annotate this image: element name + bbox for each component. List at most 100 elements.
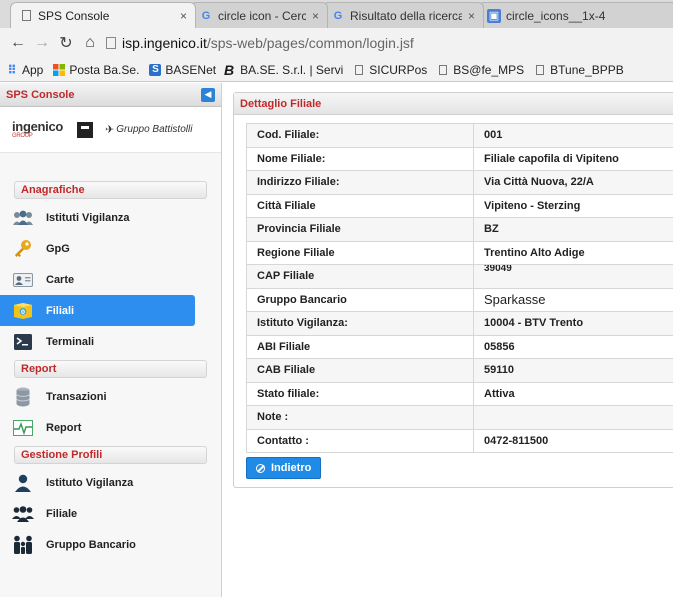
back-arrow-icon[interactable]: ← <box>8 33 28 53</box>
row-label: Provincia Filiale <box>246 217 474 242</box>
apps-grid-icon: ⠿ <box>7 62 17 77</box>
row-value: 0472-811500 <box>473 428 673 453</box>
row-value: Filiale capofila di Vipiteno <box>473 146 673 171</box>
page-icon <box>106 37 116 49</box>
section-gestione-profili[interactable]: Gestione Profili <box>14 446 207 464</box>
sidebar-item-transazioni[interactable]: Transazioni <box>0 381 221 412</box>
collapse-sidebar-icon[interactable]: ◀ <box>201 87 215 102</box>
sidebar-item-terminali[interactable]: Terminali <box>0 326 221 357</box>
table-row: CAB Filiale 59110 <box>246 358 673 383</box>
sidebar-item-profilo-istituto-vigilanza[interactable]: Istituto Vigilanza <box>0 467 221 498</box>
row-label: Istituto Vigilanza: <box>246 311 474 336</box>
sidebar-item-gpg[interactable]: GpG <box>0 233 221 264</box>
row-value: 10004 - BTV Trento <box>473 311 673 336</box>
browser-tab-circle-icon-search[interactable]: G circle icon - Cerca co × <box>190 2 328 28</box>
close-icon[interactable]: × <box>312 9 319 23</box>
detail-panel: Dettaglio Filiale Cod. Filiale: 001 Nome … <box>233 92 673 488</box>
home-icon[interactable]: ⌂ <box>80 33 100 53</box>
google-icon: G <box>333 9 343 22</box>
row-label: Gruppo Bancario <box>246 287 474 312</box>
basenet-icon: S <box>149 63 162 76</box>
sidebar-item-filiali[interactable]: 0 Filiali <box>0 295 195 326</box>
sidebar-item-report[interactable]: Report <box>0 412 221 443</box>
row-value: 05856 <box>473 334 673 359</box>
windows-icon <box>53 63 66 76</box>
bookmark-sicurpos[interactable]: SICURPos <box>353 63 427 77</box>
forward-arrow-icon[interactable]: → <box>32 33 52 53</box>
sidebar: SPS Console ◀ ingenico GROUP ✈ Gruppo Ba… <box>0 83 222 597</box>
bookmark-label: SICURPos <box>369 62 428 77</box>
row-value: Attiva <box>473 381 673 406</box>
battistolli-logo: ✈ Gruppo Battistolli <box>105 124 193 136</box>
row-label: Indirizzo Filiale: <box>246 170 474 195</box>
table-row: Gruppo Bancario Sparkasse <box>246 287 673 312</box>
row-label: Città Filiale <box>246 193 474 218</box>
row-value: Trentino Alto Adige <box>473 240 673 265</box>
bookmark-btune-bppb[interactable]: BTune_BPPB <box>534 63 624 77</box>
google-icon: G <box>201 9 211 22</box>
sidebar-item-profilo-gruppo-bancario[interactable]: Gruppo Bancario <box>0 529 221 560</box>
browser-tab-risultato[interactable]: G Risultato della ricerca × <box>322 2 484 28</box>
row-value: BZ <box>473 217 673 242</box>
image-icon: ▣ <box>487 8 501 23</box>
back-circle-icon <box>256 463 265 473</box>
table-row: Stato filiale: Attiva <box>246 381 673 406</box>
bookmark-label: BS@fe_MPS <box>453 62 525 77</box>
bookmark-bsafe-mps[interactable]: BS@fe_MPS <box>437 63 524 77</box>
browser-tab-sps-console[interactable]: SPS Console × <box>10 2 196 28</box>
row-label: Nome Filiale: <box>246 146 474 171</box>
page-icon <box>534 64 546 76</box>
sidebar-header: SPS Console ◀ <box>0 83 221 107</box>
bookmarks-bar: ⠿ App Posta Ba.Se. S BASENet B BA.SE. S.… <box>0 58 673 82</box>
bookmark-app[interactable]: ⠿ App <box>6 63 43 77</box>
close-icon[interactable]: × <box>468 9 475 23</box>
table-row: Regione Filiale Trentino Alto Adige <box>246 240 673 265</box>
sidebar-item-label: Transazioni <box>46 390 107 403</box>
back-button-label: Indietro <box>271 462 312 474</box>
page-icon <box>437 64 449 76</box>
sidebar-item-label: Filiale <box>46 507 78 520</box>
sidebar-item-label: Carte <box>46 273 75 286</box>
section-anagrafiche[interactable]: Anagrafiche <box>14 181 207 199</box>
close-icon[interactable]: × <box>180 9 187 23</box>
tab-title: SPS Console <box>38 8 110 23</box>
url-path: /sps-web/pages/common/login.jsf <box>206 35 414 51</box>
row-label: Regione Filiale <box>246 240 474 265</box>
page-icon <box>19 9 33 23</box>
panel-title: Dettaglio Filiale <box>234 93 673 115</box>
partner-logos: ingenico GROUP ✈ Gruppo Battistolli <box>0 107 221 153</box>
row-label: CAB Filiale <box>246 358 474 383</box>
sidebar-item-profilo-filiale[interactable]: Filiale <box>0 498 221 529</box>
bookmark-label: BA.SE. S.r.l. | Servi <box>240 62 344 77</box>
row-value: 001 <box>473 123 673 148</box>
bookmark-base-srl[interactable]: B BA.SE. S.r.l. | Servi <box>222 62 344 78</box>
sidebar-item-label: Terminali <box>46 335 95 348</box>
page-icon <box>353 64 365 76</box>
sidebar-item-label: Istituti Vigilanza <box>46 211 130 224</box>
sidebar-item-istituti-vigilanza[interactable]: Istituti Vigilanza <box>0 202 221 233</box>
browser-tab-circle-icons[interactable]: ▣ circle_icons__1x-4 <box>478 2 673 28</box>
family-icon <box>12 535 34 555</box>
section-report[interactable]: Report <box>14 360 207 378</box>
ingenico-logo: ingenico GROUP <box>12 119 64 139</box>
row-value: 39049 <box>473 264 673 289</box>
sidebar-item-carte[interactable]: Carte <box>0 264 221 295</box>
user-icon <box>12 473 34 493</box>
sidebar-title: SPS Console <box>6 88 75 101</box>
row-label: ABI Filiale <box>246 334 474 359</box>
square-logo <box>77 121 94 138</box>
table-row: Contatto :0472-811500 <box>246 428 673 453</box>
terminal-icon <box>12 332 34 352</box>
url-host: isp.ingenico.it <box>122 35 207 51</box>
database-icon <box>12 387 34 407</box>
bookmark-label: BASENet <box>165 62 217 77</box>
reload-icon[interactable]: ↻ <box>56 33 76 53</box>
table-row: CAP Filiale 39049 <box>246 264 673 289</box>
url-field[interactable]: isp.ingenico.it/sps-web/pages/common/log… <box>106 32 414 54</box>
back-button[interactable]: Indietro <box>246 457 322 479</box>
bookmark-posta-base[interactable]: Posta Ba.Se. <box>53 63 139 77</box>
group-icon <box>12 208 34 228</box>
bookmark-basenet[interactable]: S BASENet <box>149 63 216 77</box>
table-row: Nome Filiale: Filiale capofila di Vipiten… <box>246 146 673 171</box>
bird-icon: ✈ <box>105 124 115 136</box>
